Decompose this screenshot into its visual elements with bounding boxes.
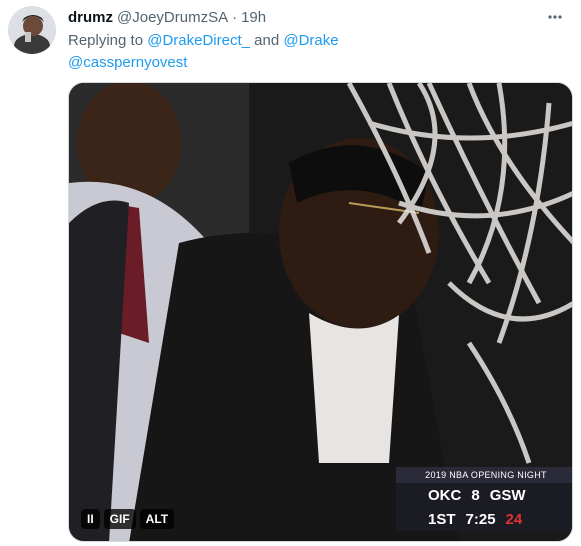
mention-link[interactable]: @Drake: [283, 32, 338, 49]
tweet: drumz @JoeyDrumzSA · 19h Replying to @Dr…: [0, 0, 581, 546]
team-away: GSW: [489, 486, 526, 504]
replying-and: and: [254, 32, 280, 49]
period: 1ST: [428, 510, 456, 528]
mention-link[interactable]: @DrakeDirect_: [147, 32, 250, 49]
scorebug-banner: 2019 NBA OPENING NIGHT: [396, 467, 572, 483]
alt-badge[interactable]: ALT: [139, 509, 175, 529]
scorebug-score-row: OKC 8 GSW: [396, 483, 572, 507]
game-clock: 7:25: [465, 510, 496, 528]
avatar-image: [8, 6, 56, 54]
score-home: 8: [471, 486, 480, 504]
scorebug: 2019 NBA OPENING NIGHT OKC 8 GSW 1ST 7:2…: [396, 467, 572, 531]
shot-clock: 24: [505, 510, 523, 528]
gif-badge: GIF: [103, 509, 136, 529]
author-handle[interactable]: @JoeyDrumzSA: [117, 9, 228, 26]
mention-link[interactable]: @casspernyovest: [68, 54, 187, 71]
author-name[interactable]: drumz: [68, 9, 113, 26]
team-home: OKC: [428, 486, 462, 504]
gif-controls: II GIF ALT: [81, 509, 175, 529]
replying-prefix: Replying to: [68, 32, 144, 49]
tweet-header: drumz @JoeyDrumzSA · 19h: [68, 6, 571, 28]
separator: ·: [232, 8, 238, 26]
tweet-timestamp[interactable]: 19h: [241, 9, 266, 26]
gif-media[interactable]: 2019 NBA OPENING NIGHT OKC 8 GSW 1ST 7:2…: [68, 82, 573, 542]
scorebug-clock-row: 1ST 7:25 24: [396, 507, 572, 531]
avatar[interactable]: [8, 6, 56, 54]
more-horizontal-icon[interactable]: [543, 6, 567, 28]
replying-to: Replying to @DrakeDirect_ and @Drake @ca…: [68, 30, 571, 74]
pause-button[interactable]: II: [81, 509, 100, 529]
